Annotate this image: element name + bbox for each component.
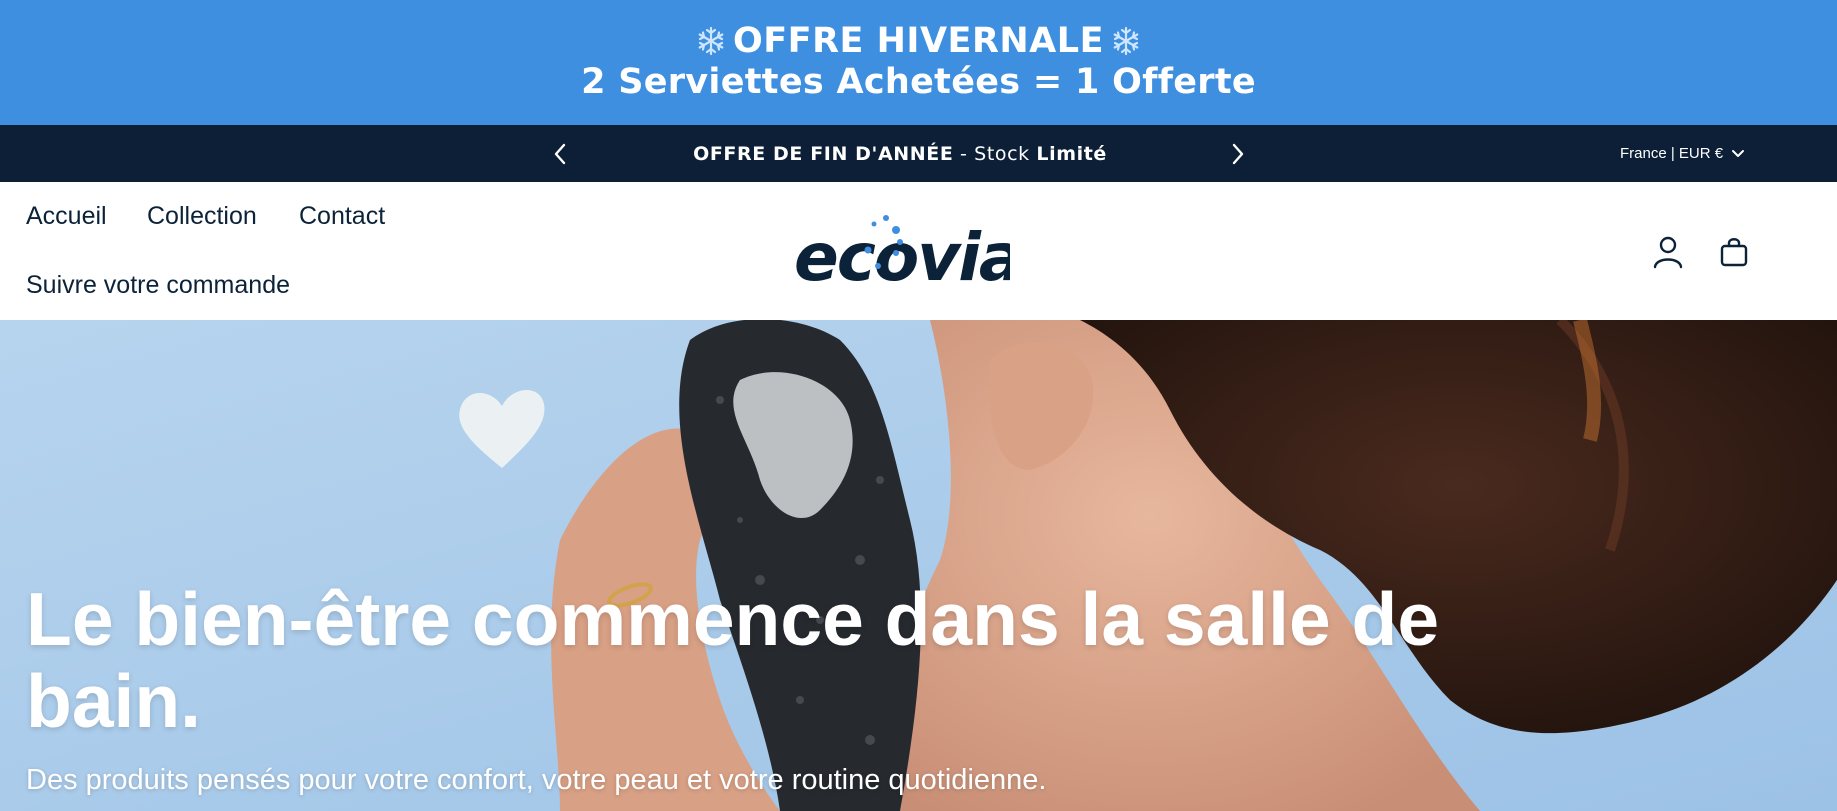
chevron-left-icon	[554, 143, 566, 165]
snowflake-icon	[1110, 25, 1142, 57]
promo-offer-text: 2 Serviettes Achetées = 1 Offerte	[581, 62, 1256, 102]
announcement-next-button[interactable]	[1223, 139, 1253, 169]
promo-banner: OFFRE HIVERNALE 2 Serviettes Achetées = …	[0, 0, 1837, 125]
locale-selector[interactable]: France | EUR €	[1620, 125, 1745, 182]
user-icon	[1653, 236, 1683, 269]
snowflake-icon	[695, 25, 727, 57]
nav-link-track-order[interactable]: Suivre votre commande	[26, 271, 290, 300]
chevron-right-icon	[1232, 143, 1244, 165]
nav-link-collection[interactable]: Collection	[147, 202, 257, 231]
shopping-bag-icon	[1720, 238, 1748, 267]
announcement-separator: -	[953, 142, 975, 165]
promo-line1-text: OFFRE HIVERNALE	[733, 21, 1104, 61]
hero-banner: Le bien-être commence dans la salle de b…	[0, 320, 1837, 811]
logo-text: ecovia	[794, 219, 1010, 292]
announcement-bold-suffix: Limité	[1036, 142, 1107, 165]
announcement-message: OFFRE DE FIN D'ANNÉE - Stock Limité	[640, 125, 1160, 182]
brand-logo[interactable]: ecovia	[790, 210, 1023, 296]
nav-link-home[interactable]: Accueil	[26, 202, 107, 231]
announcement-bar: OFFRE DE FIN D'ANNÉE - Stock Limité Fran…	[0, 125, 1837, 182]
site-header: Accueil Collection Contact Suivre votre …	[0, 182, 1837, 320]
locale-label: France | EUR €	[1620, 145, 1724, 162]
chevron-down-icon	[1732, 149, 1745, 157]
hero-title: Le bien-être commence dans la salle de b…	[26, 577, 1440, 743]
promo-headline: OFFRE HIVERNALE	[0, 19, 1837, 63]
announcement-normal-text: Stock	[974, 142, 1037, 165]
cart-button[interactable]	[1716, 234, 1752, 270]
account-button[interactable]	[1650, 234, 1686, 270]
nav-link-contact[interactable]: Contact	[299, 202, 385, 231]
announcement-prev-button[interactable]	[545, 139, 575, 169]
hero-subtitle: Des produits pensés pour votre confort, …	[26, 764, 1047, 796]
announcement-bold-text: OFFRE DE FIN D'ANNÉE	[693, 142, 954, 165]
